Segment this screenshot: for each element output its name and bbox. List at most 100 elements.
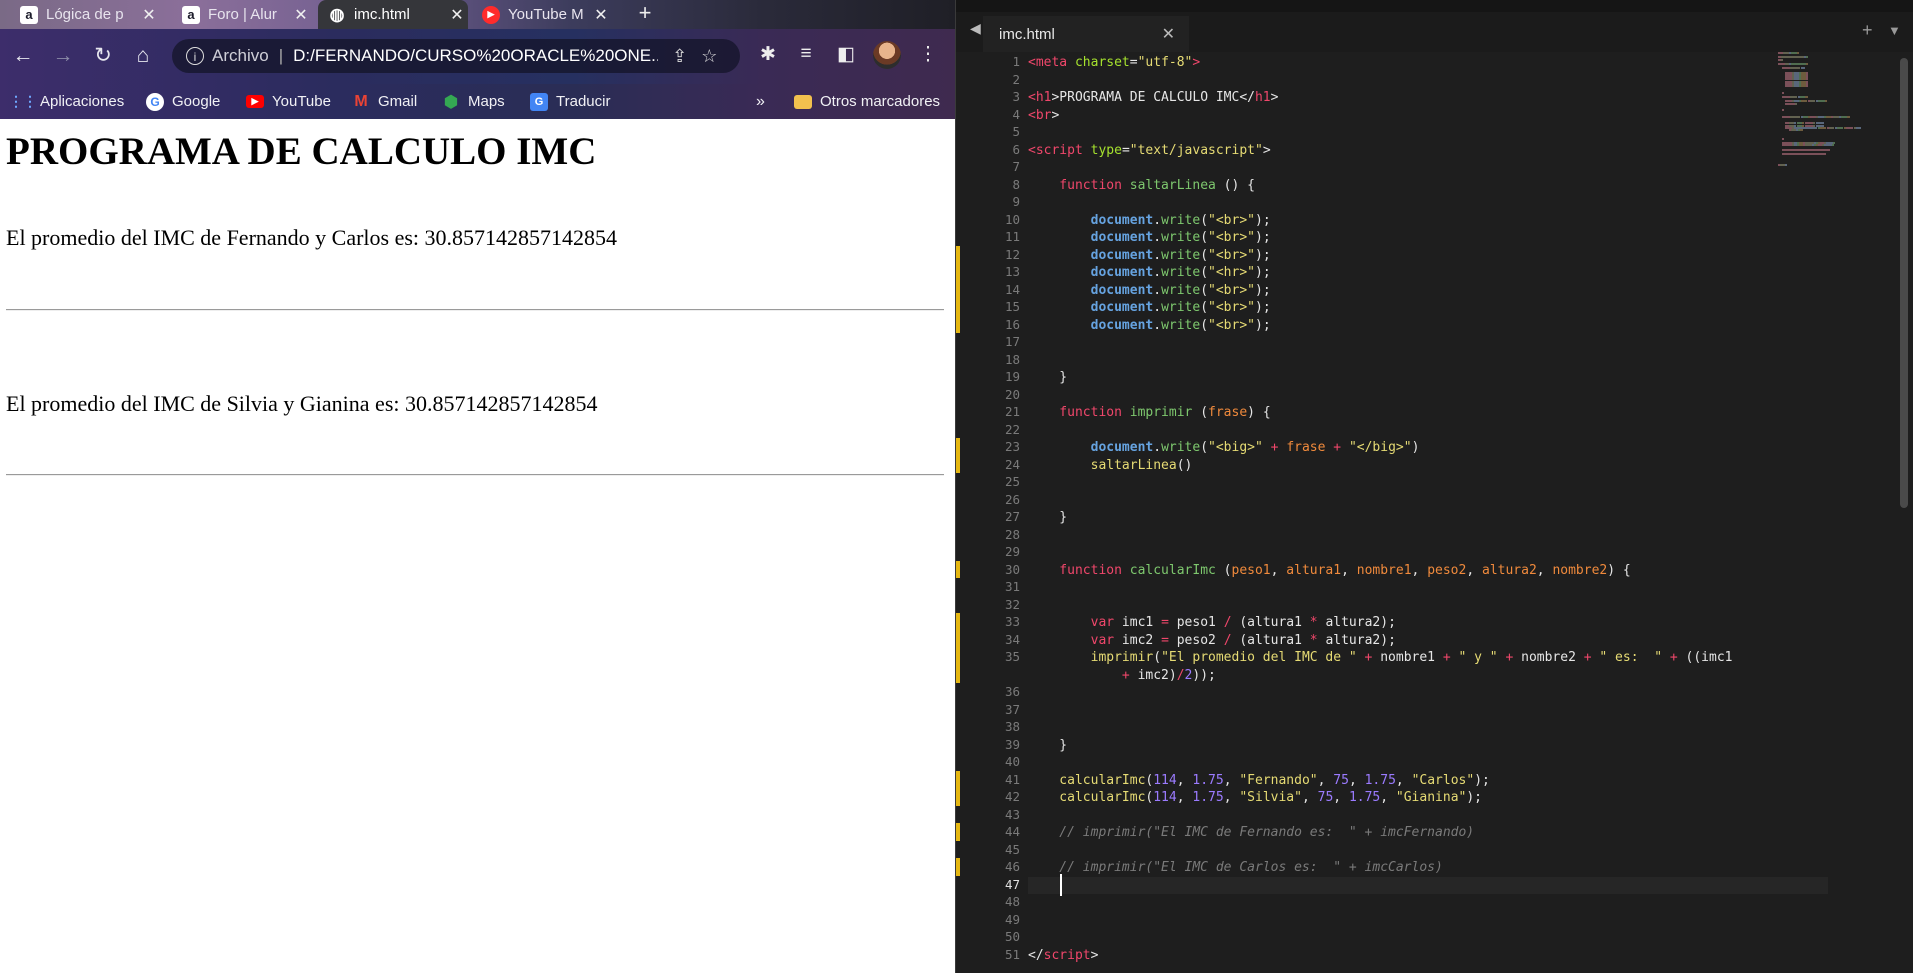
vertical-scrollbar[interactable] — [1900, 58, 1908, 508]
gmail-icon: M — [354, 92, 368, 110]
line-number: 31 — [1004, 579, 1020, 594]
browser-tab[interactable]: ◍ imc.html ✕ — [318, 0, 468, 29]
translate-icon: G — [530, 92, 548, 111]
close-icon[interactable]: ✕ — [446, 5, 468, 25]
minimap-line — [1785, 164, 1787, 167]
bookmark-otros-marcadores[interactable]: Otros marcadores — [794, 84, 940, 119]
line-number: 41 — [1004, 771, 1020, 787]
line-number: 22 — [1004, 421, 1020, 437]
line-number-gutter: 1 2 3 4 5 6 7 8 9 10 11 12 13 14 15 16 17 18 19 20 21 22 23 24 2… — [956, 52, 1034, 973]
modified-line-marker — [956, 858, 960, 876]
horizontal-rule — [6, 474, 944, 476]
minimap-line — [1818, 100, 1825, 103]
line-number: 34 — [1004, 631, 1020, 647]
line-number: 30 — [1004, 561, 1020, 577]
page-title: PROGRAMA DE CALCULO IMC — [6, 130, 597, 173]
extensions-puzzle-icon[interactable]: ✱ — [755, 43, 781, 66]
line-number: 2 — [1012, 71, 1020, 87]
apps-grid-icon: ⋮⋮ — [9, 93, 37, 109]
modified-line-marker — [956, 560, 960, 578]
modified-line-marker — [956, 438, 960, 456]
menu-kebab-icon[interactable]: ⋮ — [915, 43, 941, 66]
archivo-label: Archivo — [212, 46, 269, 65]
line-number: 26 — [1004, 491, 1020, 507]
minimap-line — [1782, 109, 1784, 112]
line-number: 45 — [1004, 841, 1020, 857]
bookmark-label: Otros marcadores — [820, 93, 941, 110]
minimap-line — [1791, 63, 1806, 65]
code-line: var imc1 = peso1 / (altura1 * altura2); — [1028, 615, 1396, 630]
bookmark-aplicaciones[interactable]: ⋮⋮ Aplicaciones — [9, 84, 124, 119]
modified-line-marker — [956, 280, 960, 298]
browser-tab[interactable]: a Lógica de p ✕ — [10, 0, 160, 29]
browser-tab[interactable]: ▶ YouTube M ✕ — [472, 0, 612, 29]
reload-icon[interactable]: ↻ — [90, 43, 116, 69]
modified-line-marker — [956, 648, 960, 683]
new-file-plus-icon[interactable]: + — [1862, 20, 1873, 41]
line-number: 1 — [1012, 54, 1020, 69]
bookmark-traducir[interactable]: G Traducir — [530, 84, 610, 119]
tab-list-chevron-icon[interactable]: ▼ — [1888, 23, 1901, 38]
close-icon[interactable]: ✕ — [1162, 24, 1175, 44]
line-number: 25 — [1004, 474, 1020, 489]
home-icon[interactable]: ⌂ — [130, 43, 156, 69]
globe-icon: ◍ — [329, 4, 345, 24]
minimap-line — [1785, 85, 1792, 87]
alura-logo-icon: a — [182, 5, 200, 24]
bookmark-google[interactable]: G Google — [146, 84, 220, 119]
minimap-line — [1825, 100, 1827, 103]
code-line: document.write("<br>"); — [1028, 300, 1271, 315]
code-line: saltarLinea() — [1028, 457, 1193, 473]
line-number: 5 — [1012, 124, 1020, 139]
line-number: 39 — [1004, 736, 1020, 752]
line-number: 38 — [1004, 719, 1020, 734]
minimap[interactable] — [1778, 52, 1888, 202]
minimap-line — [1806, 56, 1808, 59]
minimap-line — [1790, 67, 1800, 70]
editor-tab-imc[interactable]: imc.html ✕ — [983, 16, 1189, 52]
bookmark-star-icon[interactable]: ☆ — [701, 46, 717, 67]
bookmark-youtube[interactable]: ▶ YouTube — [246, 84, 331, 119]
url-separator: | — [278, 46, 284, 65]
line-number: 24 — [1004, 456, 1020, 472]
editor-tab-bar: ◀ ▶ imc.html ✕ + ▼ — [956, 12, 1913, 52]
minimap-line — [1805, 144, 1812, 147]
info-icon[interactable]: i — [186, 47, 204, 65]
address-bar[interactable]: i Archivo | D:/FERNANDO/CURSO%20ORACLE%2… — [172, 39, 740, 73]
side-panel-icon[interactable]: ◧ — [833, 43, 859, 66]
bookmarks-overflow-button[interactable]: » — [756, 84, 765, 119]
code-area[interactable]: <meta charset="utf-8"> <h1>PROGRAMA DE CA… — [1028, 52, 1828, 973]
line-number: 32 — [1004, 596, 1020, 612]
minimap-line — [1790, 115, 1800, 118]
browser-tab[interactable]: a Foro | Alur ✕ — [172, 0, 312, 29]
tab-title: Foro | Alur — [208, 6, 277, 23]
close-icon[interactable]: ✕ — [138, 5, 160, 25]
bookmark-maps[interactable]: ⬢ Maps — [442, 84, 505, 119]
new-tab-button[interactable]: + — [630, 2, 660, 26]
modified-line-marker — [956, 245, 960, 263]
minimap-line — [1847, 115, 1850, 118]
code-line: <h1>PROGRAMA DE CALCULO IMC</h1> — [1028, 90, 1279, 105]
forward-arrow-icon[interactable]: → — [50, 43, 76, 69]
minimap-line — [1805, 96, 1808, 98]
profile-avatar[interactable] — [873, 41, 901, 69]
minimap-line — [1782, 96, 1790, 98]
back-arrow-icon[interactable]: ← — [10, 43, 36, 69]
close-icon[interactable]: ✕ — [590, 5, 612, 25]
modified-line-marker — [956, 788, 960, 806]
line-number: 47 — [1004, 876, 1020, 892]
code-line: } — [1028, 510, 1068, 525]
line-number: 9 — [1012, 194, 1020, 209]
code-line: document.write("<br>"); — [1028, 282, 1271, 298]
line-number: 4 — [1012, 106, 1020, 122]
media-control-icon[interactable]: ≡ — [793, 43, 819, 65]
tab-prev-icon[interactable]: ◀ — [970, 20, 981, 37]
code-line: + imc2)/2)); — [1028, 667, 1216, 683]
horizontal-rule — [6, 309, 944, 311]
close-icon[interactable]: ✕ — [290, 5, 312, 25]
minimap-line — [1785, 102, 1795, 105]
minimap-line — [1824, 144, 1832, 147]
bookmark-gmail[interactable]: M Gmail — [352, 84, 417, 119]
browser-window: a Lógica de p ✕ a Foro | Alur ✕ ◍ imc.html ✕ ▶ You… — [0, 0, 955, 973]
share-icon[interactable]: ⇪ — [672, 46, 687, 67]
